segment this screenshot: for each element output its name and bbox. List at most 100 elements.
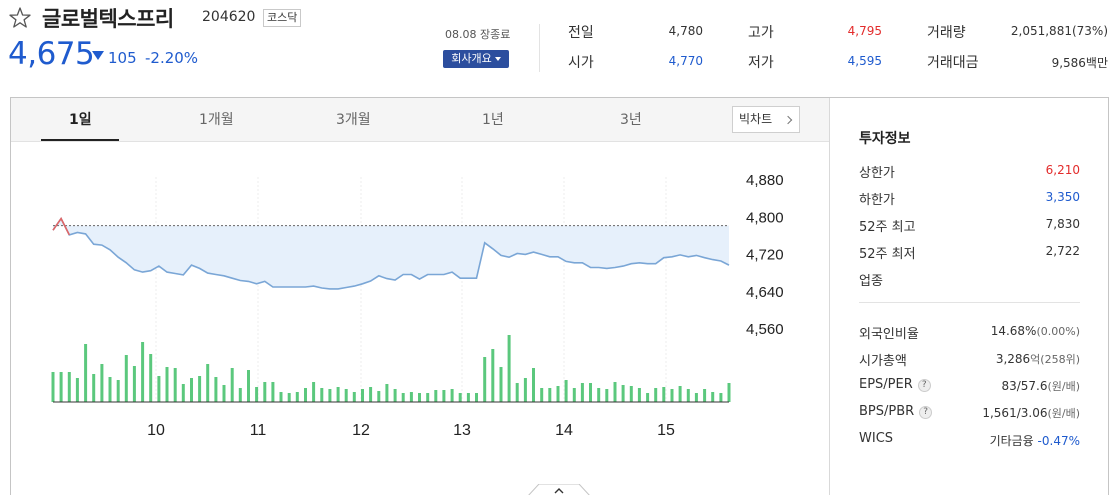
volume-bar bbox=[703, 389, 707, 402]
amount-label: 거래대금 bbox=[927, 55, 979, 71]
volume-bar bbox=[124, 355, 128, 402]
info-label: BPS/PBR? bbox=[859, 404, 933, 419]
volume-bar bbox=[230, 368, 234, 402]
tab-1day[interactable]: 1일 bbox=[69, 109, 92, 129]
volume-bar bbox=[263, 382, 267, 402]
volume-bar bbox=[515, 383, 519, 402]
volume-bar bbox=[320, 388, 324, 402]
volume-bar bbox=[548, 388, 552, 402]
volume-bar bbox=[255, 387, 259, 402]
volume-bar bbox=[637, 388, 641, 402]
volume-bar bbox=[499, 367, 503, 402]
volume-bar bbox=[141, 342, 145, 402]
x-tick-label: 15 bbox=[657, 422, 675, 439]
tab-3month[interactable]: 3개월 bbox=[336, 109, 371, 129]
volume-bar bbox=[597, 388, 601, 402]
volume-bar bbox=[328, 389, 332, 402]
volume-bar bbox=[507, 335, 511, 402]
big-chart-button[interactable]: 빅차트 bbox=[732, 106, 800, 133]
volume-bar bbox=[108, 377, 112, 402]
volume-bar bbox=[59, 372, 63, 402]
volume-bar bbox=[572, 388, 576, 402]
volume-bar bbox=[491, 349, 495, 402]
high-value: 4,795 bbox=[847, 24, 882, 38]
info-label: WICS bbox=[859, 431, 894, 446]
info-value: 83/57.6(원/배) bbox=[1001, 379, 1080, 393]
volume-bar bbox=[377, 391, 381, 402]
favorite-star-icon[interactable] bbox=[8, 6, 32, 30]
volume-bar bbox=[173, 368, 177, 402]
invest-info-panel: 투자정보 상한가 6,210 하한가 3,350 52주 최고 7,830 52주 최저 2,… bbox=[830, 98, 1108, 495]
x-tick-label: 11 bbox=[250, 422, 267, 439]
volume-bar bbox=[662, 387, 666, 402]
invest-info-divider bbox=[859, 302, 1080, 303]
prev-close-value: 4,780 bbox=[668, 24, 703, 38]
volume-bar bbox=[67, 372, 71, 402]
info-value: 1,561/3.06(원/배) bbox=[982, 406, 1080, 420]
volume-bar bbox=[613, 382, 617, 402]
info-label: 시가총액 bbox=[859, 354, 907, 369]
volume-bar bbox=[678, 386, 682, 402]
caret-down-icon bbox=[494, 57, 501, 61]
volume-bar bbox=[190, 378, 193, 402]
info-label: 52주 최저 bbox=[859, 247, 916, 262]
volume-bar bbox=[385, 384, 389, 402]
tab-1month[interactable]: 1개월 bbox=[199, 109, 234, 129]
volume-bar bbox=[629, 386, 633, 402]
volume-bar bbox=[711, 392, 715, 402]
invest-info-title: 투자정보 bbox=[859, 131, 911, 147]
volume-bar bbox=[92, 374, 96, 402]
company-overview-button[interactable]: 회사개요 bbox=[443, 50, 509, 68]
volume-bar bbox=[450, 389, 454, 402]
volume-bar bbox=[564, 380, 568, 402]
volume-bar bbox=[605, 389, 609, 402]
volume-bar bbox=[247, 370, 250, 402]
tab-1year[interactable]: 1년 bbox=[482, 109, 504, 129]
volume-bar bbox=[409, 392, 413, 402]
tab-3year[interactable]: 3년 bbox=[620, 109, 642, 129]
volume-bar bbox=[442, 390, 446, 402]
help-icon[interactable]: ? bbox=[919, 406, 933, 419]
volume-bar bbox=[727, 383, 731, 402]
y-tick-label: 4,560 bbox=[746, 321, 784, 338]
volume-bar bbox=[222, 385, 226, 402]
company-overview-label: 회사개요 bbox=[451, 52, 492, 65]
volume-bar bbox=[719, 393, 723, 402]
info-value: 3,286억(258위) bbox=[995, 352, 1080, 366]
y-tick-label: 4,640 bbox=[746, 284, 784, 301]
info-value: 기타금융 -0.47% bbox=[989, 434, 1080, 448]
info-label: 업종 bbox=[859, 274, 883, 289]
volume-bar bbox=[132, 366, 136, 402]
intraday-chart[interactable]: 4,880 4,800 4,720 4,640 4,560 10 11 12 13 14 15 bbox=[11, 142, 829, 495]
volume-bar bbox=[271, 382, 275, 402]
volume-bar bbox=[556, 386, 560, 402]
y-tick-label: 4,800 bbox=[746, 209, 784, 226]
collapse-tab-icon[interactable] bbox=[527, 484, 591, 495]
info-value: 14.68%(0.00%) bbox=[990, 324, 1080, 338]
volume-bar bbox=[483, 357, 487, 402]
volume-bar bbox=[312, 382, 316, 402]
volume-bar bbox=[670, 389, 674, 402]
market-badge: 코스닥 bbox=[263, 9, 302, 27]
active-tab-underline bbox=[41, 139, 119, 141]
volume-bar bbox=[304, 388, 307, 402]
info-label: 52주 최고 bbox=[859, 220, 916, 235]
period-tabs: 1일 1개월 3개월 1년 3년 빅차트 bbox=[11, 98, 829, 142]
volume-bar bbox=[181, 384, 185, 402]
price-change: 105 bbox=[108, 49, 137, 67]
volume-bar bbox=[214, 377, 218, 402]
volume-bar bbox=[287, 393, 291, 402]
help-icon[interactable]: ? bbox=[917, 379, 931, 392]
volume-bar bbox=[100, 364, 104, 402]
stock-code: 204620 bbox=[202, 9, 256, 25]
info-value: 7,830 bbox=[1045, 217, 1080, 231]
volume-bar bbox=[165, 367, 169, 402]
volume-bar bbox=[116, 380, 120, 402]
volume-bar bbox=[580, 383, 584, 402]
header-divider bbox=[539, 24, 540, 72]
x-tick-label: 12 bbox=[352, 422, 370, 439]
volume-bar bbox=[654, 388, 658, 402]
volume-bar bbox=[523, 378, 527, 402]
y-tick-label: 4,720 bbox=[746, 247, 784, 264]
volume-bar bbox=[369, 387, 373, 402]
